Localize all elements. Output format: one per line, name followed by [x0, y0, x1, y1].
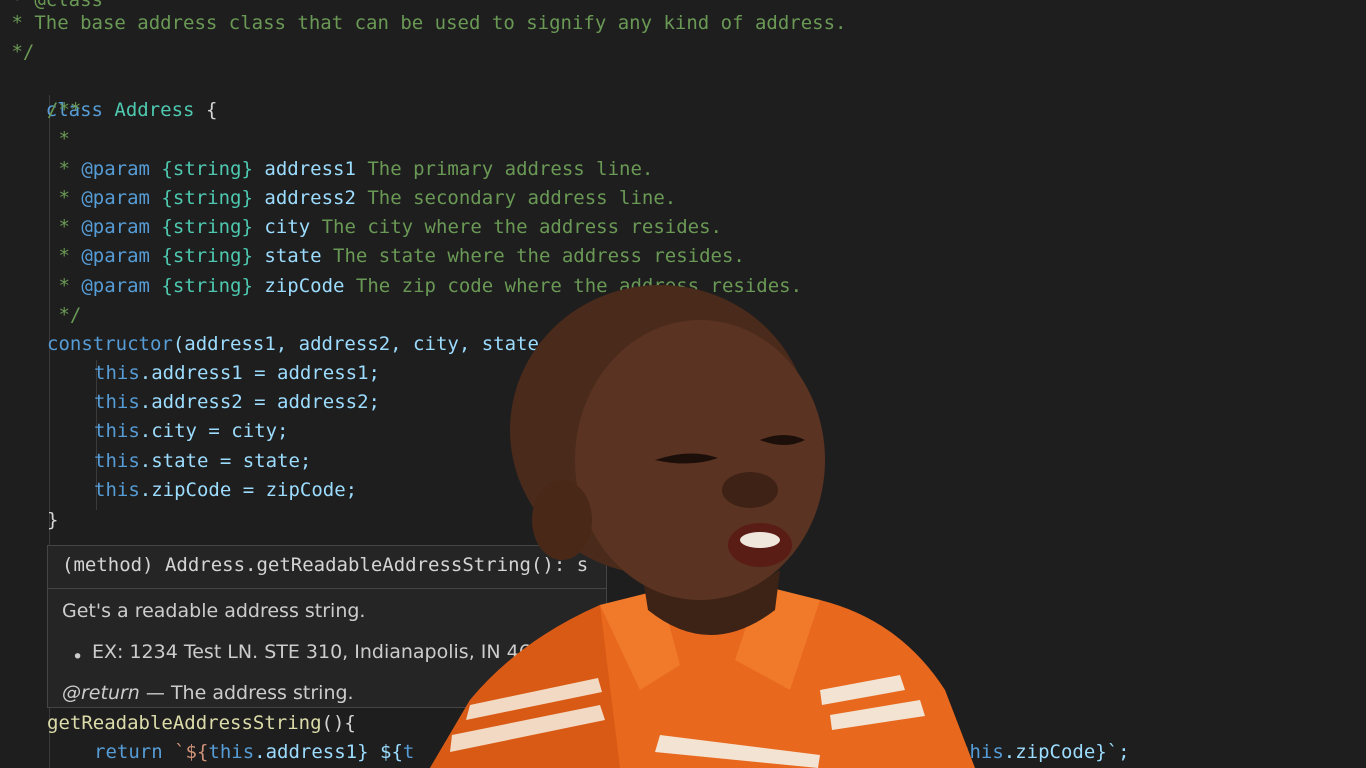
return-line-tail: this.zipCode}`;: [958, 741, 1130, 763]
class-name: Address: [114, 99, 195, 121]
return-tag: @return: [62, 682, 140, 704]
code-line: *: [47, 128, 70, 150]
method-signature: (method) Address.getReadableAddressStrin…: [62, 554, 589, 576]
jsdoc-param-line: * @param {string} city The city where th…: [47, 216, 722, 238]
jsdoc-param-line: * @param {string} address1 The primary a…: [47, 158, 654, 180]
return-desc: — The address string.: [139, 682, 354, 704]
method-declaration[interactable]: getReadableAddressString(){: [47, 709, 356, 738]
tooltip-divider: [48, 588, 606, 589]
assignment-line: this.state = state;: [94, 450, 312, 472]
bullet-icon: •: [72, 646, 84, 668]
jsdoc-param-line: * @param {string} state The state where …: [47, 245, 745, 267]
hover-tooltip: (method) Address.getReadableAddressStrin…: [47, 545, 607, 708]
code-line: /**: [47, 99, 82, 121]
assignment-line: this.zipCode = zipCode;: [94, 479, 358, 501]
jsdoc-param-line: * @param {string} address2 The secondary…: [47, 187, 677, 209]
return-line: return `${this.address1} ${t: [94, 741, 415, 763]
code-line: */: [47, 304, 82, 326]
return-doc: @return — The address string.: [62, 682, 354, 704]
assignment-line: this.address1 = address1;: [94, 362, 380, 384]
code-line: * The base address class that can be use…: [0, 12, 847, 34]
method-summary: Get's a readable address string.: [62, 600, 366, 622]
closing-brace: }: [47, 509, 59, 531]
code-line: class Address {: [45, 99, 218, 121]
example-text: EX: 1234 Test LN. STE 310, Indianapolis,…: [92, 641, 555, 663]
constructor-line: constructor(address1, address2, city, st…: [47, 333, 539, 355]
code-line: */: [0, 41, 35, 63]
assignment-line: this.city = city;: [94, 420, 289, 442]
assignment-line: this.address2 = address2;: [94, 391, 380, 413]
jsdoc-param-line: * @param {string} zipCode The zip code w…: [47, 275, 803, 297]
